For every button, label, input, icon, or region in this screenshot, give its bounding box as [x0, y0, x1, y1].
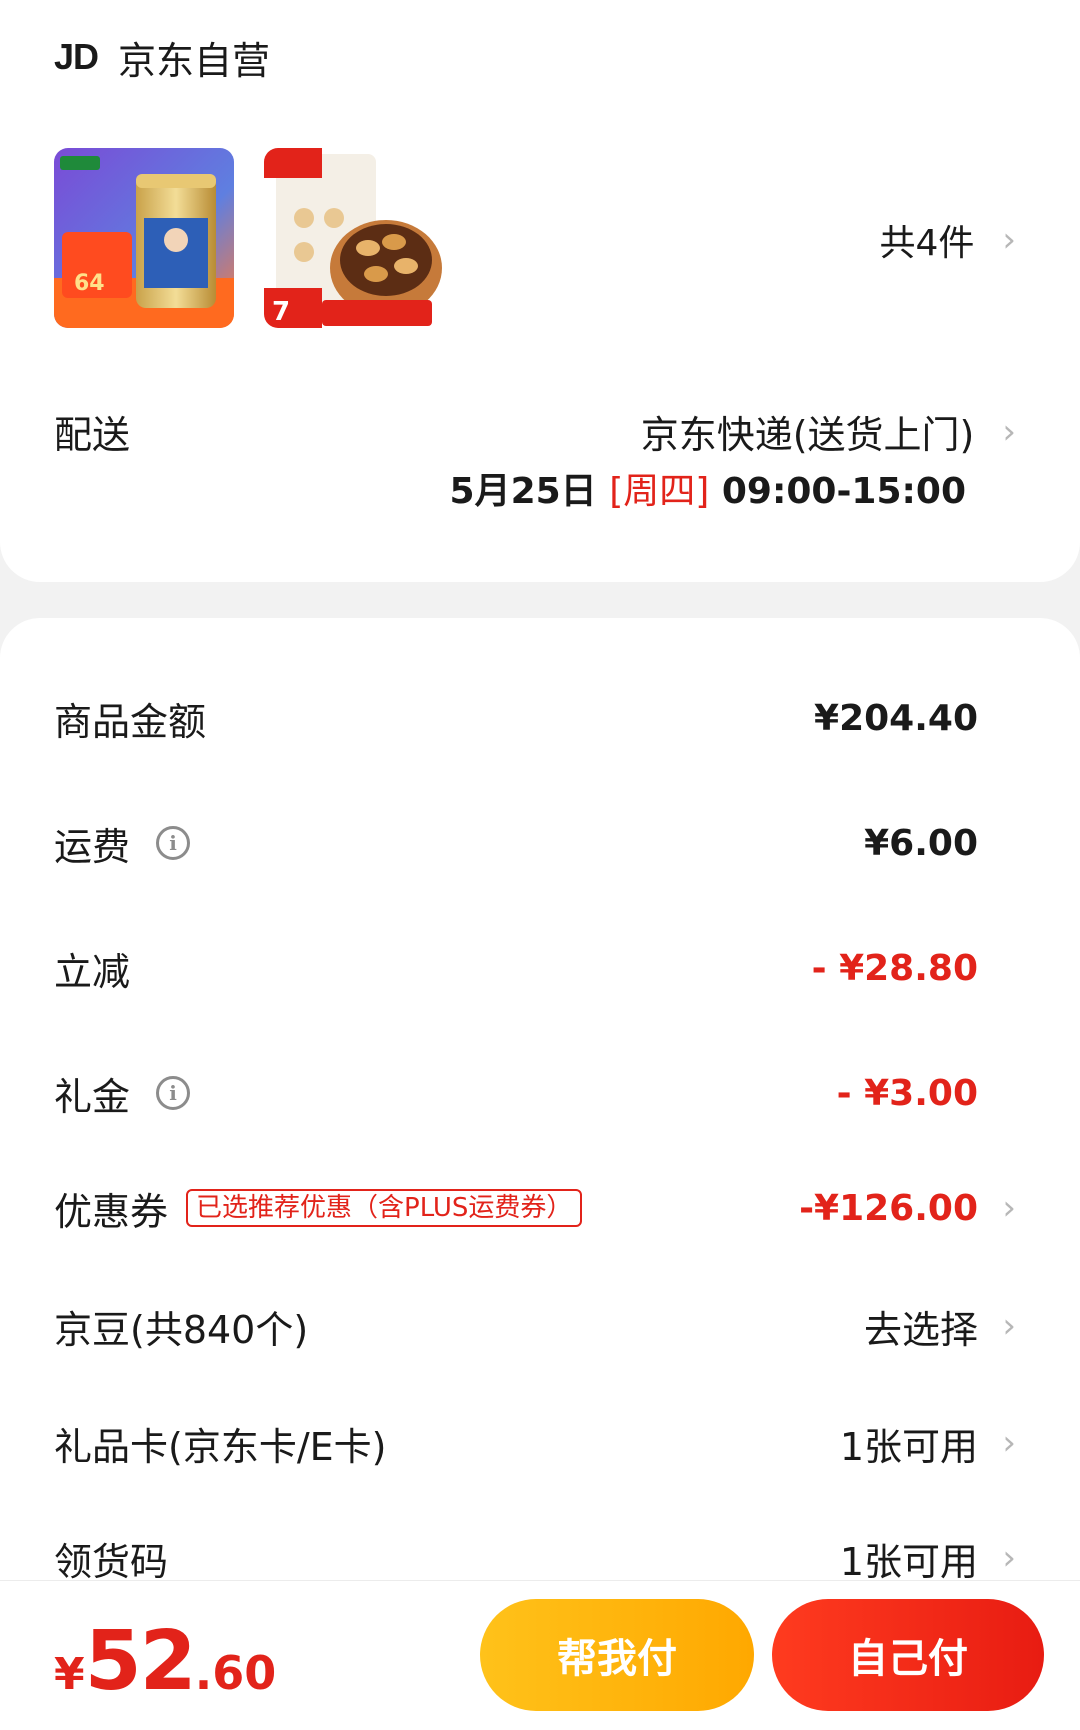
chevron-right-icon: ›	[1002, 1423, 1016, 1463]
item-count-label: 共4件	[879, 223, 975, 264]
total-decimal: .60	[194, 1646, 277, 1700]
shipping-fee-value: ¥6.00	[864, 822, 978, 864]
total-price: ¥ 52 .60	[54, 1621, 276, 1703]
gift-money-value: - ¥3.00	[836, 1072, 978, 1114]
delivery-hours: 09:00-15:00	[721, 471, 966, 512]
delivery-time: 5月25日 [周四] 09:00-15:00	[450, 462, 966, 514]
delivery-date: 5月25日	[449, 471, 597, 512]
milk-powder-image: 64	[54, 148, 234, 328]
info-icon[interactable]: i	[156, 1076, 191, 1110]
goods-amount-label: 商品金额	[54, 699, 207, 744]
delivery-label: 配送	[54, 413, 131, 457]
goods-amount-row: 商品金额 ¥204.40	[0, 688, 1080, 748]
goods-amount-value: ¥204.40	[814, 697, 978, 739]
gift-card-row[interactable]: 礼品卡(京东卡/E卡) 1张可用 ›	[0, 1413, 1080, 1473]
product-thumbnail-milk[interactable]: 64	[54, 148, 234, 328]
shipping-fee-row: 运费 i ¥6.00	[0, 813, 1080, 873]
price-badge-text: 64	[74, 271, 105, 296]
discount-value: - ¥28.80	[811, 947, 978, 989]
jingdou-row[interactable]: 京豆(共840个) 去选择 ›	[0, 1296, 1080, 1356]
chevron-right-icon: ›	[1002, 220, 1016, 260]
discount-row: 立减 - ¥28.80	[0, 938, 1080, 998]
help-pay-button[interactable]: 帮我付	[480, 1599, 754, 1711]
gift-card-value: 1张可用	[839, 1424, 978, 1469]
broad-beans-image: 7	[264, 148, 444, 328]
svg-text:7: 7	[272, 297, 290, 327]
jd-logo: JD	[54, 36, 99, 77]
delivery-weekday: [周四]	[609, 471, 710, 512]
item-count[interactable]: 共4件 ›	[879, 214, 1016, 266]
coupon-tag: 已选推荐优惠（含PLUS运费券）	[186, 1189, 583, 1227]
gift-card-label: 礼品卡(京东卡/E卡)	[54, 1424, 387, 1469]
gift-money-row: 礼金 i - ¥3.00	[0, 1063, 1080, 1123]
shipping-fee-label: 运费	[54, 824, 131, 869]
product-thumbnail-beans[interactable]: 7	[264, 148, 444, 328]
coupon-label: 优惠券	[54, 1189, 169, 1234]
delivery-method[interactable]: 京东快递(送货上门) ›	[641, 404, 1016, 459]
coupon-value: -¥126.00	[799, 1187, 978, 1229]
price-summary-card: 商品金额 ¥204.40 运费 i ¥6.00 立减 - ¥28.80 礼金 i…	[0, 618, 1080, 1730]
order-card: JD 京东自营 64 7 共4件 › 配送 京东快递(送货上门) › 5月25日…	[0, 0, 1080, 582]
shop-header: JD 京东自营	[54, 30, 270, 84]
jingdou-label: 京豆(共840个)	[54, 1307, 309, 1352]
chevron-right-icon: ›	[1002, 411, 1016, 452]
jingdou-value: 去选择	[863, 1307, 978, 1352]
discount-label: 立减	[54, 949, 131, 994]
delivery-method-text: 京东快递(送货上门)	[640, 413, 975, 457]
currency-symbol: ¥	[54, 1649, 85, 1700]
checkout-bar: ¥ 52 .60 帮我付 自己付	[0, 1581, 1080, 1730]
chevron-right-icon: ›	[1002, 1188, 1016, 1228]
chevron-right-icon: ›	[1002, 1306, 1016, 1346]
gift-money-label: 礼金	[54, 1074, 131, 1119]
pickup-code-label: 领货码	[54, 1539, 169, 1584]
chevron-right-icon: ›	[1002, 1538, 1016, 1578]
total-integer: 52	[84, 1614, 197, 1709]
info-icon[interactable]: i	[156, 826, 191, 860]
self-pay-button[interactable]: 自己付	[772, 1599, 1044, 1711]
pickup-code-value: 1张可用	[839, 1539, 978, 1584]
coupon-row[interactable]: 优惠券 已选推荐优惠（含PLUS运费券） -¥126.00 ›	[0, 1178, 1080, 1238]
shop-name: 京东自营	[118, 38, 271, 83]
pickup-code-row[interactable]: 领货码 1张可用 ›	[0, 1528, 1080, 1588]
